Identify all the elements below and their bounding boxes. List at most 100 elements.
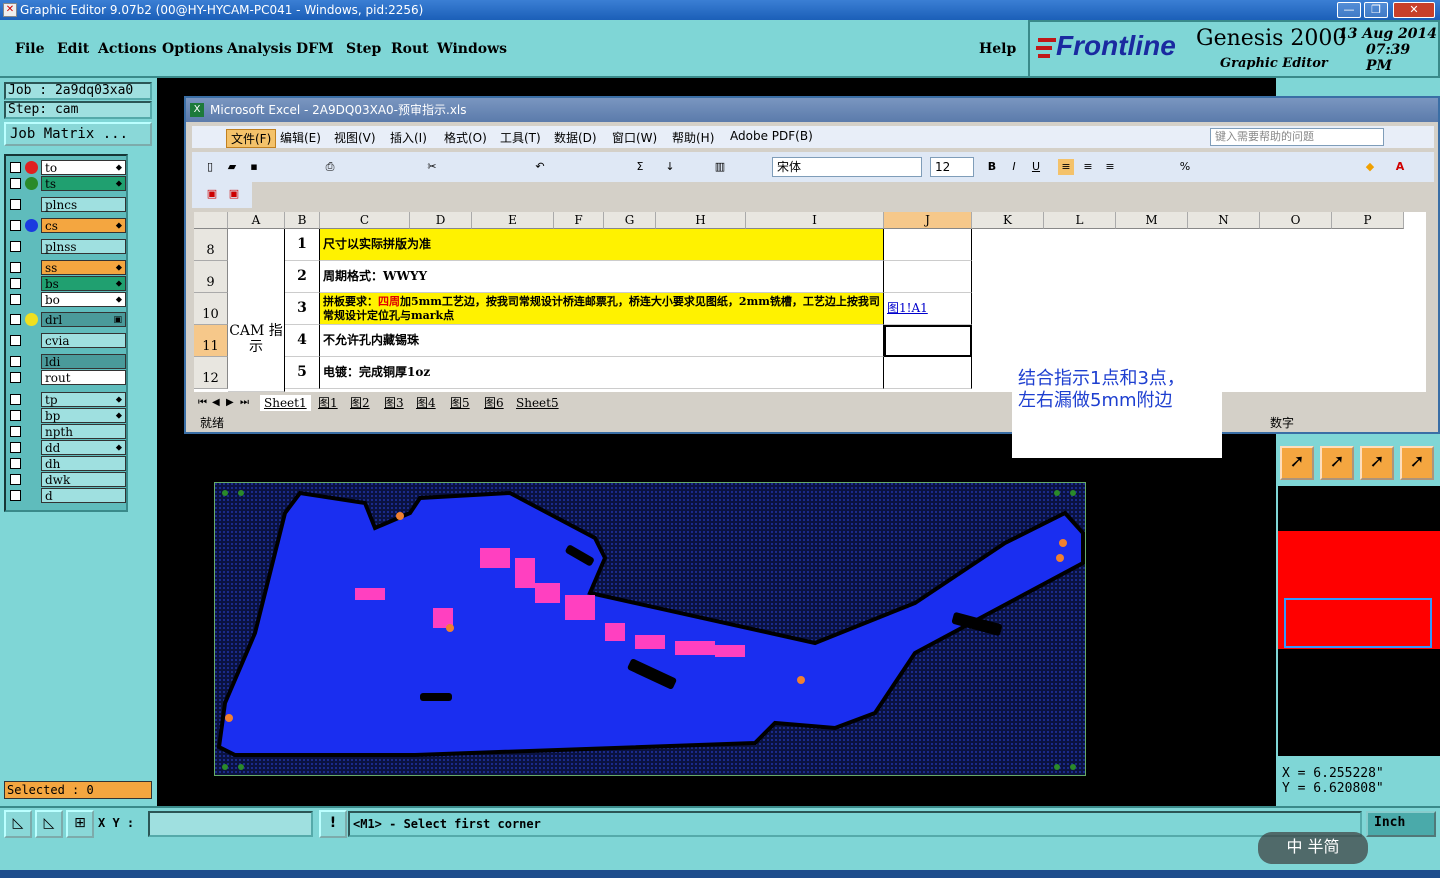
layer-name[interactable]: d xyxy=(41,488,126,503)
sheet-tab[interactable]: 图5 xyxy=(450,395,470,411)
layer-name[interactable]: dd ⬥ xyxy=(41,440,126,455)
hyperlink-cell[interactable]: 图1!A1 xyxy=(884,293,972,325)
pdf-mail-icon[interactable]: ▣ xyxy=(226,186,242,202)
layer-name[interactable]: plncs xyxy=(41,197,126,212)
layer-name[interactable]: bs ⬥ xyxy=(41,276,126,291)
sheet-tab[interactable]: Sheet5 xyxy=(516,395,559,411)
menu-windows[interactable]: Windows xyxy=(437,41,507,57)
excel-menu-view[interactable]: 视图(V) xyxy=(334,129,376,146)
first-sheet-icon[interactable]: ⏮ xyxy=(198,395,207,411)
save-icon[interactable]: ▪ xyxy=(246,159,262,175)
measure-icon[interactable]: ◺ xyxy=(35,810,63,838)
undo-icon[interactable]: ↶ xyxy=(532,159,548,175)
instruction-text[interactable]: 不允许孔内藏锡珠 xyxy=(320,325,884,357)
next-sheet-icon[interactable]: ▶ xyxy=(226,395,234,411)
underline-icon[interactable]: U xyxy=(1028,159,1044,175)
layer-name[interactable]: drl ▣ xyxy=(41,312,126,327)
layer-checkbox[interactable] xyxy=(10,335,21,346)
col-header-a[interactable]: A xyxy=(228,212,285,229)
pcb-canvas[interactable] xyxy=(214,482,1086,776)
menu-help[interactable]: Help xyxy=(979,41,1016,57)
col-header-d[interactable]: D xyxy=(410,212,472,229)
layer-row-d[interactable]: d xyxy=(8,488,126,503)
layer-row-ss[interactable]: ss ⬥ xyxy=(8,260,126,275)
layer-checkbox[interactable] xyxy=(10,490,21,501)
excel-window[interactable]: X Microsoft Excel - 2A9DQ03XA0-预审指示.xls … xyxy=(184,96,1440,434)
layer-row-ts[interactable]: ts ⬥ xyxy=(8,176,126,191)
cell-j12[interactable] xyxy=(884,357,972,389)
excel-menu-edit[interactable]: 编辑(E) xyxy=(280,129,321,146)
instruction-text[interactable]: 尺寸以实际拼版为准 xyxy=(320,229,884,261)
item-number[interactable]: 3 xyxy=(285,293,320,325)
col-header-l[interactable]: L xyxy=(1044,212,1116,229)
col-header-k[interactable]: K xyxy=(972,212,1044,229)
layer-name[interactable]: plnss xyxy=(41,239,126,254)
corner-header[interactable] xyxy=(194,212,228,229)
cam-instruction-label[interactable]: CAM 指示 xyxy=(228,229,285,392)
layer-name[interactable]: bp ⬥ xyxy=(41,408,126,423)
excel-menu-format[interactable]: 格式(O) xyxy=(444,129,487,146)
layer-color-dot[interactable] xyxy=(25,161,38,174)
xy-input[interactable] xyxy=(148,811,313,837)
snap-grid-icon[interactable]: ⊞ xyxy=(66,810,94,838)
close-button[interactable]: ✕ xyxy=(1393,2,1435,18)
col-header-i[interactable]: I xyxy=(746,212,884,229)
instruction-text[interactable]: 周期格式：WWYY xyxy=(320,261,884,293)
layer-checkbox[interactable] xyxy=(10,162,21,173)
layer-name[interactable]: rout xyxy=(41,370,126,385)
col-header-g[interactable]: G xyxy=(604,212,656,229)
row-header-8[interactable]: 8 xyxy=(194,229,228,261)
sheet-tab[interactable]: 图1 xyxy=(318,395,338,411)
layer-checkbox[interactable] xyxy=(10,458,21,469)
font-color-icon[interactable]: A xyxy=(1392,159,1408,175)
col-header-j[interactable]: J xyxy=(884,212,972,229)
open-folder-icon[interactable]: ▰ xyxy=(224,159,240,175)
col-header-f[interactable]: F xyxy=(554,212,604,229)
layer-row-bp[interactable]: bp ⬥ xyxy=(8,408,126,423)
layer-name[interactable]: npth xyxy=(41,424,126,439)
layer-row-ldi[interactable]: ldi xyxy=(8,354,126,369)
active-cell[interactable] xyxy=(884,325,972,357)
last-sheet-icon[interactable]: ⏭ xyxy=(240,395,249,411)
layer-name[interactable]: dwk xyxy=(41,472,126,487)
instruction-text[interactable]: 拼板要求：四周加5mm工艺边，按我司常规设计桥连邮票孔，桥连大小要求见图纸，2m… xyxy=(320,293,884,325)
col-header-b[interactable]: B xyxy=(285,212,320,229)
menu-step[interactable]: Step xyxy=(346,41,381,57)
excel-menu-tools[interactable]: 工具(T) xyxy=(500,129,541,146)
layer-name[interactable]: cvia xyxy=(41,333,126,348)
menu-dfm[interactable]: DFM xyxy=(296,41,334,57)
layer-name[interactable]: cs ⬥ xyxy=(41,218,126,233)
overview-view-frame[interactable] xyxy=(1284,598,1432,648)
layer-checkbox[interactable] xyxy=(10,474,21,485)
chart-icon[interactable]: ▥ xyxy=(712,159,728,175)
layer-name[interactable]: tp ⬥ xyxy=(41,392,126,407)
job-matrix-button[interactable]: Job Matrix ... xyxy=(4,122,152,146)
layer-name[interactable]: ldi xyxy=(41,354,126,369)
excel-menu-adobe-pdf[interactable]: Adobe PDF(B) xyxy=(730,129,813,143)
layer-row-plnss[interactable]: plnss xyxy=(8,239,126,254)
zoom-fit-icon[interactable]: ◺ xyxy=(4,810,32,838)
select-arrow-icon[interactable]: ➚ xyxy=(1280,446,1314,480)
align-center-icon[interactable]: ≡ xyxy=(1080,159,1096,175)
layer-checkbox[interactable] xyxy=(10,178,21,189)
excel-menu-window[interactable]: 窗口(W) xyxy=(612,129,657,146)
layer-name[interactable]: to ⬥ xyxy=(41,160,126,175)
select-box-icon[interactable]: ➚ xyxy=(1320,446,1354,480)
excel-help-search[interactable]: 键入需要帮助的问题 xyxy=(1210,128,1384,146)
sheet-tab[interactable]: 图6 xyxy=(484,395,504,411)
cut-icon[interactable]: ✂ xyxy=(424,159,440,175)
cell-j8[interactable] xyxy=(884,229,972,261)
layer-row-dh[interactable]: dh xyxy=(8,456,126,471)
font-size-select[interactable]: 12 xyxy=(930,157,974,177)
layer-color-dot[interactable] xyxy=(25,177,38,190)
menu-actions[interactable]: Actions xyxy=(98,41,157,57)
restore-button[interactable]: ❐ xyxy=(1364,2,1388,18)
align-left-icon[interactable]: ≡ xyxy=(1058,159,1074,175)
layer-checkbox[interactable] xyxy=(10,241,21,252)
col-header-c[interactable]: C xyxy=(320,212,410,229)
layer-checkbox[interactable] xyxy=(10,372,21,383)
layer-checkbox[interactable] xyxy=(10,294,21,305)
excel-menu-data[interactable]: 数据(D) xyxy=(554,129,597,146)
layer-row-dd[interactable]: dd ⬥ xyxy=(8,440,126,455)
layer-color-dot[interactable] xyxy=(25,219,38,232)
